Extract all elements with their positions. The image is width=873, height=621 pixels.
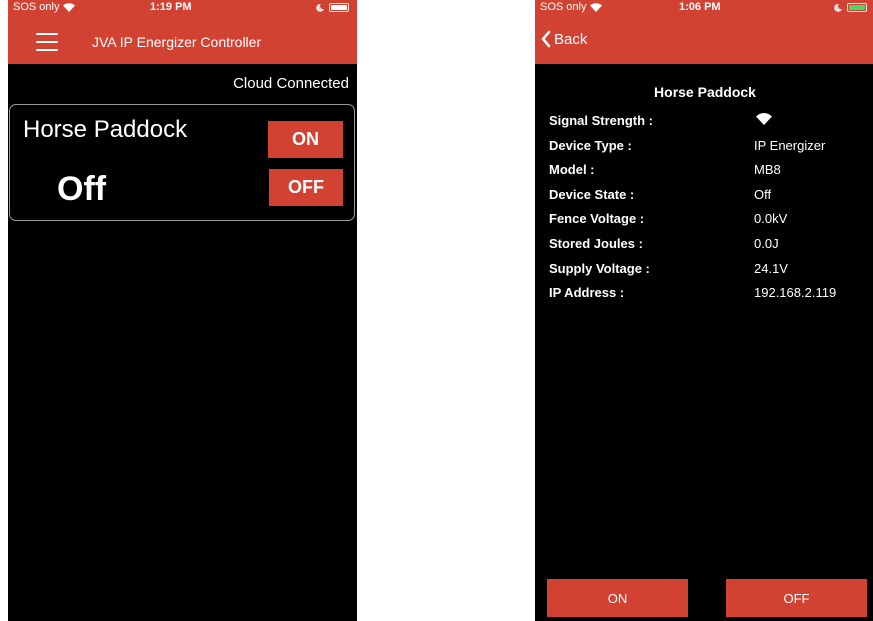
device-title: Horse Paddock bbox=[654, 84, 756, 100]
status-bar: SOS only 1:06 PM bbox=[535, 0, 873, 28]
back-button[interactable]: Back bbox=[541, 30, 587, 48]
detail-row-device-type: Device Type : IP Energizer bbox=[549, 135, 869, 160]
back-label: Back bbox=[554, 30, 588, 48]
detail-row-device-state: Device State : Off bbox=[549, 184, 869, 209]
detail-value: 192.168.2.119 bbox=[754, 285, 837, 301]
detail-row-signal-strength: Signal Strength : bbox=[549, 110, 869, 135]
wifi-icon bbox=[63, 2, 76, 12]
device-state: Off bbox=[57, 170, 107, 208]
detail-label: Signal Strength : bbox=[549, 113, 653, 128]
connection-status: Cloud Connected bbox=[233, 75, 349, 92]
device-name: Horse Paddock bbox=[23, 116, 188, 143]
detail-value: 24.1V bbox=[754, 260, 788, 276]
detail-label: Supply Voltage : bbox=[549, 260, 650, 276]
detail-value: IP Energizer bbox=[754, 137, 826, 153]
detail-row-ip-address: IP Address : 192.168.2.119 bbox=[549, 282, 869, 307]
detail-row-supply-voltage: Supply Voltage : 24.1V bbox=[549, 258, 869, 283]
detail-label: Stored Joules : bbox=[549, 235, 643, 251]
off-button[interactable]: OFF bbox=[269, 169, 343, 206]
carrier-label: SOS only bbox=[13, 1, 60, 13]
moon-icon bbox=[834, 3, 842, 12]
app-title: JVA IP Energizer Controller bbox=[92, 34, 262, 50]
detail-label: Device State : bbox=[549, 186, 635, 202]
detail-label: Device Type : bbox=[549, 137, 632, 153]
menu-icon[interactable] bbox=[36, 33, 58, 51]
carrier-label: SOS only bbox=[540, 1, 587, 13]
detail-value: 0.0kV bbox=[754, 211, 788, 227]
detail-screen: Back SOS only 1:06 PM Horse Paddock Sign… bbox=[535, 0, 873, 621]
detail-value: Off bbox=[754, 186, 772, 202]
detail-label: IP Address : bbox=[549, 285, 625, 301]
on-button[interactable]: ON bbox=[268, 121, 343, 158]
clock: 1:19 PM bbox=[150, 1, 192, 13]
chevron-left-icon bbox=[541, 30, 551, 48]
detail-value: MB8 bbox=[754, 162, 781, 178]
off-button[interactable]: OFF bbox=[726, 579, 867, 617]
wifi-signal-icon bbox=[756, 113, 772, 125]
main-screen: JVA IP Energizer Controller SOS only 1:1… bbox=[8, 0, 357, 621]
device-details: Signal Strength : Device Type : IP Energ… bbox=[549, 110, 869, 307]
device-card[interactable]: Horse Paddock Off ON OFF bbox=[9, 104, 355, 221]
detail-label: Fence Voltage : bbox=[549, 211, 645, 227]
wifi-icon bbox=[590, 2, 603, 12]
status-bar: SOS only 1:19 PM bbox=[8, 0, 357, 28]
detail-row-model: Model : MB8 bbox=[549, 159, 869, 184]
detail-row-stored-joules: Stored Joules : 0.0J bbox=[549, 233, 869, 258]
on-button[interactable]: ON bbox=[547, 579, 688, 617]
battery-icon bbox=[329, 3, 349, 12]
clock: 1:06 PM bbox=[679, 1, 721, 13]
moon-icon bbox=[316, 3, 324, 12]
detail-row-fence-voltage: Fence Voltage : 0.0kV bbox=[549, 208, 869, 233]
detail-label: Model : bbox=[549, 162, 595, 178]
battery-charging-icon bbox=[847, 3, 867, 12]
detail-value: 0.0J bbox=[754, 235, 779, 251]
